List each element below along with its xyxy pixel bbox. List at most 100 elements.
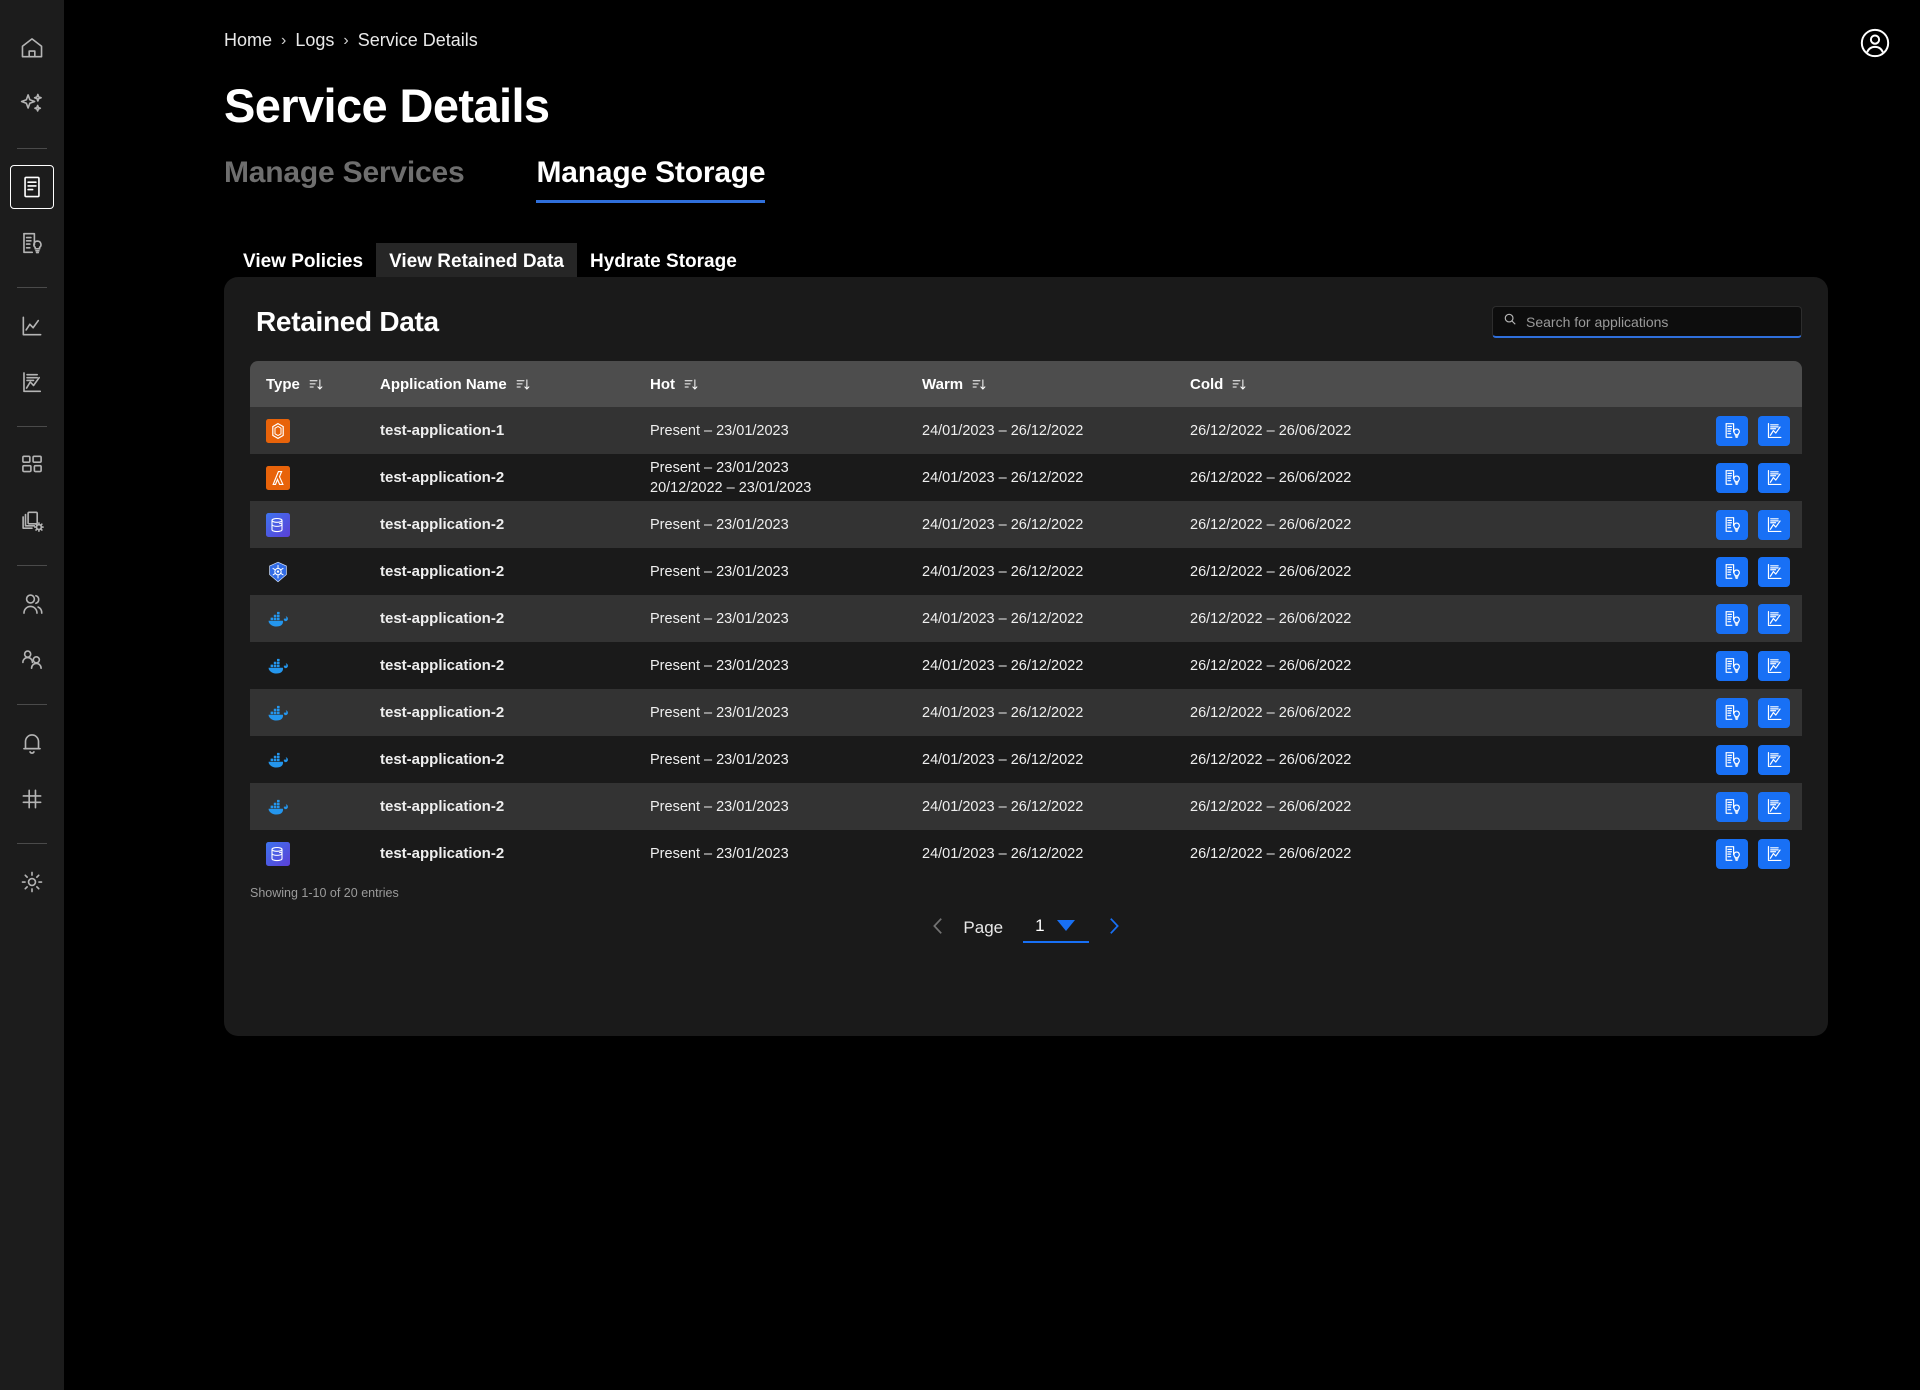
line-chart-icon	[19, 313, 45, 339]
view-analytics-button[interactable]	[1758, 415, 1790, 446]
breadcrumb-item-1[interactable]: Logs	[295, 30, 334, 51]
page-select[interactable]: 1	[1023, 914, 1089, 943]
retained-data-panel: Retained Data Type Application Name Hot War…	[224, 277, 1828, 1036]
cell-warm: 24/01/2023 – 26/12/2022	[922, 469, 1084, 486]
breadcrumb-item-2[interactable]: Service Details	[358, 30, 478, 51]
sort-descending-icon[interactable]	[1231, 377, 1246, 392]
view-analytics-button[interactable]	[1758, 650, 1790, 681]
view-insights-button[interactable]	[1716, 556, 1748, 587]
sort-descending-icon[interactable]	[971, 377, 986, 392]
sidebar-item-dashboards[interactable]	[10, 443, 54, 487]
cell-hot: Present – 23/01/2023	[650, 611, 922, 627]
view-analytics-button[interactable]	[1758, 838, 1790, 869]
sidebar-item-alerts[interactable]	[10, 721, 54, 765]
panel-title: Retained Data	[256, 306, 439, 337]
cell-actions	[1490, 697, 1802, 728]
document-chart-icon	[1765, 656, 1784, 675]
column-header-2[interactable]: Hot	[650, 376, 922, 393]
table-row[interactable]: test-application-2 Present – 23/01/2023 24…	[250, 736, 1802, 783]
view-insights-button[interactable]	[1716, 509, 1748, 540]
sidebar-item-metrics[interactable]	[10, 304, 54, 348]
sidebar-item-settings[interactable]	[10, 860, 54, 904]
column-header-4[interactable]: Cold	[1190, 376, 1490, 393]
view-insights-button[interactable]	[1716, 744, 1748, 775]
view-insights-button[interactable]	[1716, 697, 1748, 728]
chevron-left-icon[interactable]	[927, 915, 949, 941]
table-row[interactable]: test-application-2 Present – 23/01/2023 20…	[250, 454, 1802, 501]
sort-descending-icon[interactable]	[308, 377, 323, 392]
sidebar-item-resources[interactable]	[10, 499, 54, 543]
document-insight-icon	[1723, 703, 1742, 722]
column-header-1[interactable]: Application Name	[380, 376, 650, 393]
table-row[interactable]: test-application-2 Present – 23/01/2023 24…	[250, 830, 1802, 877]
cell-warm: 24/01/2023 – 26/12/2022	[922, 422, 1084, 439]
table-row[interactable]: test-application-2 Present – 23/01/2023 24…	[250, 595, 1802, 642]
view-analytics-button[interactable]	[1758, 556, 1790, 587]
cell-warm: 24/01/2023 – 26/12/2022	[922, 704, 1084, 721]
azure-database-icon	[266, 841, 290, 866]
hot-range-1: 20/12/2022 – 23/01/2023	[650, 479, 812, 496]
view-analytics-button[interactable]	[1758, 697, 1790, 728]
column-header-0[interactable]: Type	[250, 376, 380, 393]
cell-actions	[1490, 603, 1802, 634]
main-tab-1[interactable]: Manage Storage	[536, 156, 766, 203]
document-chart-icon	[1765, 609, 1784, 628]
sidebar-item-home[interactable]	[10, 26, 54, 70]
view-insights-button[interactable]	[1716, 650, 1748, 681]
team-icon	[19, 647, 45, 673]
cell-application-name: test-application-2	[380, 798, 505, 815]
insights-document-icon	[19, 230, 45, 256]
document-chart-icon	[1765, 703, 1784, 722]
view-analytics-button[interactable]	[1758, 744, 1790, 775]
chevron-right-icon[interactable]	[1103, 915, 1125, 941]
sidebar-item-logs[interactable]	[10, 165, 54, 209]
cell-application-name: test-application-2	[380, 751, 505, 768]
column-label-4: Cold	[1190, 375, 1224, 393]
search-box[interactable]	[1492, 306, 1802, 338]
main-tab-0[interactable]: Manage Services	[224, 156, 465, 203]
account-circle-icon[interactable]	[1858, 26, 1892, 60]
cell-warm: 24/01/2023 – 26/12/2022	[922, 516, 1084, 533]
table-row[interactable]: test-application-1 Present – 23/01/2023 24…	[250, 407, 1802, 454]
view-insights-button[interactable]	[1716, 603, 1748, 634]
sidebar-item-reports[interactable]	[10, 360, 54, 404]
breadcrumb-separator: ›	[343, 31, 349, 49]
cell-application-name: test-application-2	[380, 845, 505, 862]
table-row[interactable]: test-application-2 Present – 23/01/2023 24…	[250, 642, 1802, 689]
sidebar-item-insights[interactable]	[10, 221, 54, 265]
table-row[interactable]: test-application-2 Present – 23/01/2023 24…	[250, 783, 1802, 830]
sort-descending-icon[interactable]	[515, 377, 530, 392]
view-analytics-button[interactable]	[1758, 603, 1790, 634]
table-row[interactable]: test-application-2 Present – 23/01/2023 24…	[250, 501, 1802, 548]
sidebar-item-integrations[interactable]	[10, 777, 54, 821]
sidebar-divider	[17, 704, 47, 705]
docker-icon	[266, 654, 290, 678]
cell-warm: 24/01/2023 – 26/12/2022	[922, 657, 1084, 674]
hash-grid-icon	[19, 786, 45, 812]
table-row[interactable]: test-application-2 Present – 23/01/2023 24…	[250, 548, 1802, 595]
sort-descending-icon[interactable]	[683, 377, 698, 392]
cell-type	[250, 654, 380, 678]
sidebar-item-users[interactable]	[10, 582, 54, 626]
search-input[interactable]	[1526, 313, 1791, 330]
sidebar-item-teams[interactable]	[10, 638, 54, 682]
view-insights-button[interactable]	[1716, 415, 1748, 446]
sidebar-item-ai-assist[interactable]	[10, 82, 54, 126]
hot-range-0: Present – 23/01/2023	[650, 459, 789, 476]
column-header-3[interactable]: Warm	[922, 376, 1190, 393]
table-row[interactable]: test-application-2 Present – 23/01/2023 24…	[250, 689, 1802, 736]
document-chart-icon	[1765, 797, 1784, 816]
view-insights-button[interactable]	[1716, 791, 1748, 822]
sidebar-divider	[17, 843, 47, 844]
cell-hot: Present – 23/01/2023	[650, 564, 922, 580]
view-analytics-button[interactable]	[1758, 462, 1790, 493]
cell-warm: 24/01/2023 – 26/12/2022	[922, 610, 1084, 627]
view-analytics-button[interactable]	[1758, 791, 1790, 822]
view-insights-button[interactable]	[1716, 838, 1748, 869]
view-analytics-button[interactable]	[1758, 509, 1790, 540]
cell-cold: 26/12/2022 – 26/06/2022	[1190, 657, 1352, 674]
breadcrumb-item-0[interactable]: Home	[224, 30, 272, 51]
docker-icon	[266, 748, 290, 772]
sidebar-divider	[17, 426, 47, 427]
view-insights-button[interactable]	[1716, 462, 1748, 493]
